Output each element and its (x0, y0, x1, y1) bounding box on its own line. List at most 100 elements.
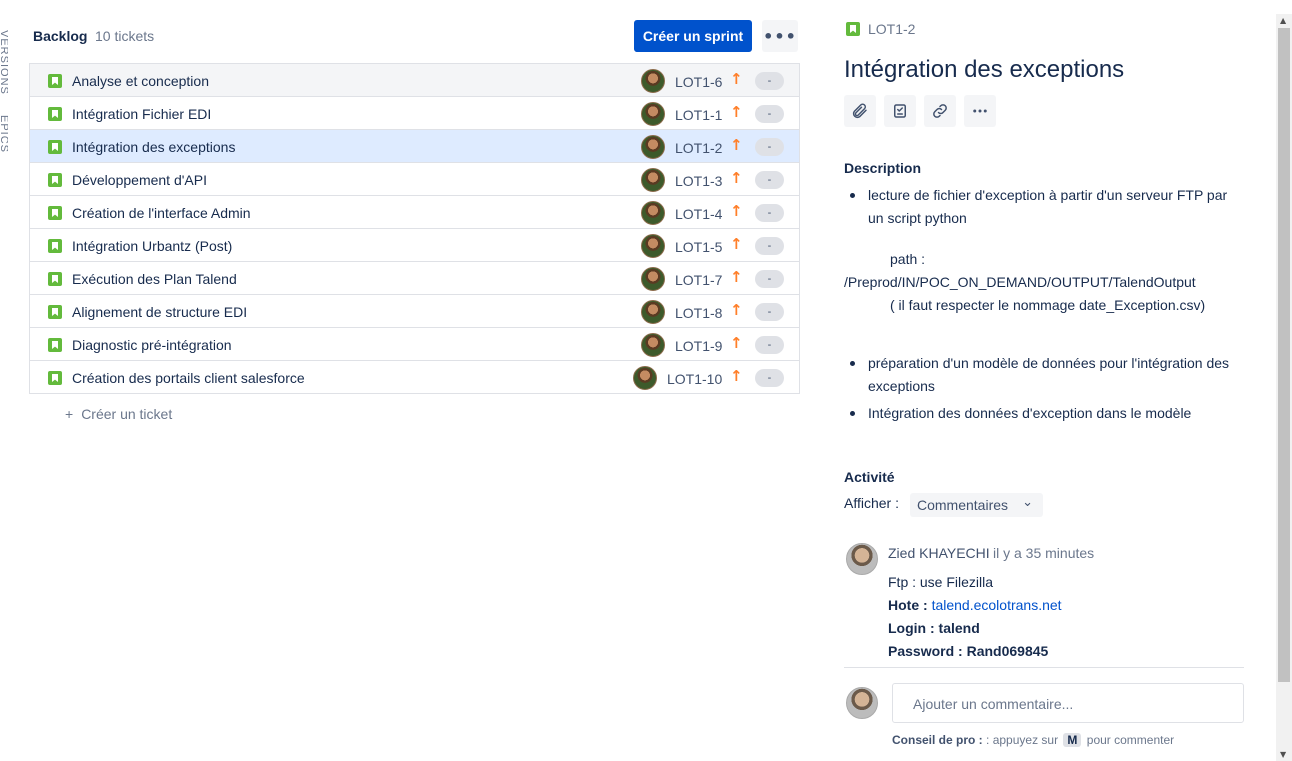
issue-key[interactable]: LOT1-2 (675, 140, 722, 156)
scroll-down-icon[interactable]: ▼ (1280, 750, 1286, 759)
issue-summary: Intégration Urbantz (Post) (72, 238, 233, 254)
assignee-avatar[interactable] (641, 69, 665, 93)
comment-line: Password : Rand069845 (888, 640, 1062, 663)
issue-row[interactable]: Création des portails client salesforce … (30, 361, 799, 394)
arrow-up-icon: ↑ (730, 136, 743, 154)
issue-row[interactable]: Intégration des exceptions LOT1-2 ↑ - (30, 130, 799, 163)
estimate-badge[interactable]: - (755, 369, 784, 387)
assignee-avatar[interactable] (641, 267, 665, 291)
issue-row[interactable]: Alignement de structure EDI LOT1-8 ↑ - (30, 295, 799, 328)
description-bullet: Intégration des données d'exception dans… (844, 402, 1244, 425)
current-user-avatar (846, 687, 878, 719)
detail-title[interactable]: Intégration des exceptions (844, 56, 1124, 84)
versions-tab-label[interactable]: VERSIONS (0, 30, 8, 95)
issue-key[interactable]: LOT1-1 (675, 107, 722, 123)
estimate-badge[interactable]: - (755, 72, 784, 90)
issue-key[interactable]: LOT1-7 (675, 272, 722, 288)
arrow-up-icon: ↑ (730, 268, 743, 286)
issue-row[interactable]: Intégration Fichier EDI LOT1-1 ↑ - (30, 97, 799, 130)
chevron-down-icon: ⌄ (1022, 495, 1033, 510)
assignee-avatar[interactable] (641, 102, 665, 126)
scroll-up-icon[interactable]: ▲ (1280, 16, 1286, 25)
assignee-avatar[interactable] (641, 333, 665, 357)
add-comment-input[interactable]: Ajouter un commentaire... (892, 683, 1244, 723)
create-ticket-button[interactable]: + Créer un ticket (65, 406, 172, 422)
issue-summary: Création des portails client salesforce (72, 370, 305, 386)
more-icon (973, 109, 987, 113)
arrow-up-icon: ↑ (730, 301, 743, 319)
link-issue-button[interactable] (924, 95, 956, 127)
show-filter-label: Afficher : (844, 495, 899, 511)
comment-host-link[interactable]: talend.ecolotrans.net (932, 597, 1062, 613)
issue-key[interactable]: LOT1-5 (675, 239, 722, 255)
estimate-badge[interactable]: - (755, 237, 784, 255)
estimate-badge[interactable]: - (755, 270, 784, 288)
subtask-button[interactable] (884, 95, 916, 127)
issue-summary: Intégration Fichier EDI (72, 106, 212, 122)
issue-row[interactable]: Intégration Urbantz (Post) LOT1-5 ↑ - (30, 229, 799, 262)
comment-author[interactable]: Zied KHAYECHI (888, 545, 990, 561)
link-icon (933, 104, 947, 118)
scrollbar-thumb[interactable] (1278, 28, 1290, 682)
backlog-ticket-count: 10 tickets (95, 28, 155, 44)
issue-row[interactable]: Analyse et conception LOT1-6 ↑ - (30, 64, 799, 97)
shortcut-key: M (1063, 733, 1082, 747)
arrow-up-icon: ↑ (730, 235, 743, 253)
backlog-title: Backlog (33, 28, 88, 44)
estimate-badge[interactable]: - (755, 138, 784, 156)
estimate-badge[interactable]: - (755, 303, 784, 321)
comment-divider (844, 667, 1244, 668)
pro-tip: Conseil de pro : : appuyez sur M pour co… (892, 733, 1174, 747)
backlog-more-button[interactable]: ••• (762, 20, 798, 52)
description-path-value: /Preprod/IN/POC_ON_DEMAND/OUTPUT/TalendO… (844, 274, 1196, 290)
story-icon (48, 74, 62, 88)
issue-summary: Intégration des exceptions (72, 139, 236, 155)
story-icon (48, 107, 62, 121)
paperclip-icon (852, 103, 867, 119)
detail-more-button[interactable] (964, 95, 996, 127)
create-sprint-button[interactable]: Créer un sprint (634, 20, 752, 52)
assignee-avatar[interactable] (641, 234, 665, 258)
issue-row[interactable]: Diagnostic pré-intégration LOT1-9 ↑ - (30, 328, 799, 361)
attach-button[interactable] (844, 95, 876, 127)
issue-row[interactable]: Développement d'API LOT1-3 ↑ - (30, 163, 799, 196)
assignee-avatar[interactable] (641, 300, 665, 324)
issue-key[interactable]: LOT1-6 (675, 74, 722, 90)
assignee-avatar[interactable] (641, 135, 665, 159)
estimate-badge[interactable]: - (755, 336, 784, 354)
checklist-icon (894, 104, 906, 118)
issue-summary: Diagnostic pré-intégration (72, 337, 232, 353)
arrow-up-icon: ↑ (730, 103, 743, 121)
estimate-badge[interactable]: - (755, 105, 784, 123)
issue-key[interactable]: LOT1-8 (675, 305, 722, 321)
detail-scrollbar[interactable]: ▲ ▼ (1276, 14, 1292, 761)
estimate-badge[interactable]: - (755, 204, 784, 222)
story-icon (846, 22, 860, 36)
assignee-avatar[interactable] (641, 168, 665, 192)
comment-line: Login : talend (888, 617, 1062, 640)
issue-summary: Analyse et conception (72, 73, 209, 89)
issue-key[interactable]: LOT1-9 (675, 338, 722, 354)
assignee-avatar[interactable] (641, 201, 665, 225)
comment-line: Ftp : use Filezilla (888, 574, 994, 590)
pro-tip-label: Conseil de pro : (892, 733, 983, 747)
activity-label: Activité (844, 469, 895, 485)
issue-key[interactable]: LOT1-4 (675, 206, 722, 222)
description-body[interactable]: lecture de fichier d'exception à partir … (844, 184, 1244, 425)
issue-row[interactable]: Exécution des Plan Talend LOT1-7 ↑ - (30, 262, 799, 295)
arrow-up-icon: ↑ (730, 70, 743, 88)
activity-filter-select[interactable]: Commentaires ⌄ (910, 493, 1043, 517)
backlog-header: Backlog 10 tickets Créer un sprint ••• (33, 20, 799, 52)
epics-tab-label[interactable]: EPICS (0, 115, 8, 153)
story-icon (48, 272, 62, 286)
story-icon (48, 173, 62, 187)
comment-author-avatar[interactable] (846, 543, 878, 575)
issue-row[interactable]: Création de l'interface Admin LOT1-4 ↑ - (30, 196, 799, 229)
assignee-avatar[interactable] (633, 366, 657, 390)
description-label: Description (844, 160, 922, 176)
issue-key[interactable]: LOT1-10 (667, 371, 722, 387)
detail-issue-key[interactable]: LOT1-2 (868, 21, 915, 37)
issue-key[interactable]: LOT1-3 (675, 173, 722, 189)
estimate-badge[interactable]: - (755, 171, 784, 189)
comment-timestamp: il y a 35 minutes (993, 545, 1095, 561)
